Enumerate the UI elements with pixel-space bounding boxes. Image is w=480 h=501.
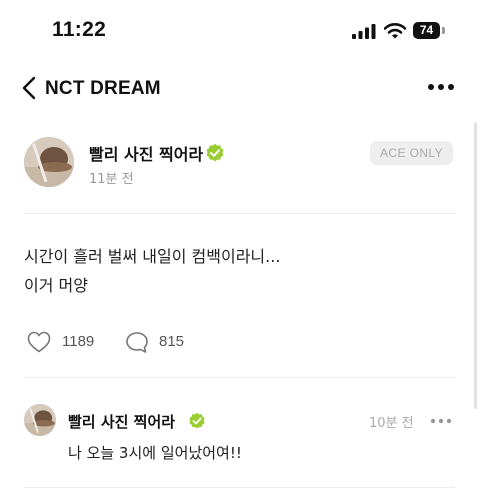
wifi-icon — [384, 23, 406, 39]
comment-icon[interactable] — [125, 331, 149, 354]
avatar-image — [24, 137, 74, 187]
status-time: 11:22 — [52, 18, 107, 41]
comment-author-name[interactable]: 빨리 사진 찍어라 — [68, 411, 175, 432]
heart-icon[interactable] — [27, 331, 51, 353]
scrollbar[interactable] — [474, 122, 477, 409]
post-timestamp: 11분 전 — [89, 172, 134, 187]
avatar[interactable] — [24, 137, 74, 187]
battery-level: 74 — [413, 22, 440, 39]
avatar-image — [24, 404, 56, 436]
divider — [24, 213, 455, 214]
comment-text: 나 오늘 3시에 일어났어여!! — [68, 444, 242, 462]
post-body: 시간이 흘러 벌써 내일이 컴백이라니... 이거 머양 — [24, 242, 280, 300]
comment-timestamp: 10분 전 — [369, 416, 414, 431]
post-author-name[interactable]: 빨리 사진 찍어라 — [89, 141, 203, 165]
back-arrow-icon[interactable] — [20, 76, 40, 100]
divider — [24, 377, 455, 378]
post-body-line: 이거 머양 — [24, 276, 88, 295]
verified-badge-icon — [189, 412, 205, 429]
post-body-line: 시간이 흘러 벌써 내일이 컴백이라니... — [24, 247, 281, 266]
like-count: 1189 — [62, 333, 95, 350]
comment-count: 815 — [159, 333, 185, 350]
page-title: NCT DREAM — [45, 78, 161, 99]
comment-avatar[interactable] — [24, 404, 56, 436]
battery-icon: 74 — [413, 22, 445, 39]
divider — [24, 487, 455, 488]
cellular-signal-icon — [352, 24, 376, 39]
comment-more-options-icon[interactable] — [430, 417, 452, 425]
more-options-icon[interactable] — [427, 82, 455, 92]
ace-only-badge: ACE ONLY — [370, 141, 453, 165]
verified-badge-icon — [206, 143, 224, 162]
